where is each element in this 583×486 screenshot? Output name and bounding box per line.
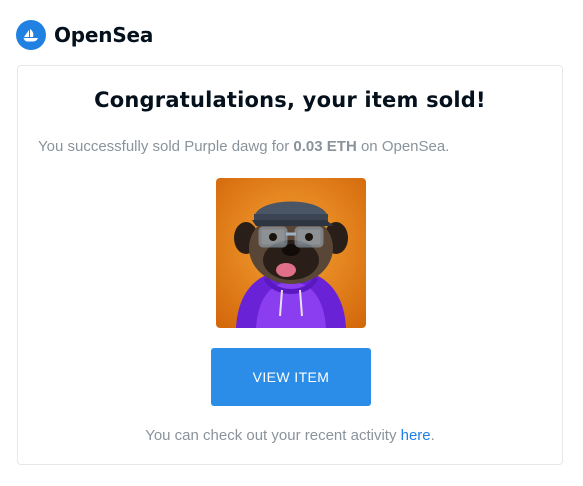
recent-activity-text: You can check out your recent activity h… [18,427,562,444]
recent-activity-link[interactable]: here [401,427,431,444]
view-item-button[interactable]: VIEW ITEM [211,348,371,406]
sale-message: You successfully sold Purple dawg for 0.… [38,138,449,155]
recent-activity-prefix: You can check out your recent activity [145,427,401,444]
recent-activity-suffix: . [430,427,435,444]
sale-price: 0.03 ETH [293,138,357,155]
page-title: Congratulations, your item sold! [94,88,486,112]
email-header: OpenSea [16,19,153,51]
sale-notification-card: Congratulations, your item sold! You suc… [17,65,563,465]
nft-pug-image[interactable] [216,178,366,328]
brand-name: OpenSea [54,23,154,47]
sale-message-prefix: You successfully sold Purple dawg for [38,138,294,155]
sale-message-suffix: on OpenSea. [356,138,450,155]
opensea-logo-icon [16,20,46,50]
